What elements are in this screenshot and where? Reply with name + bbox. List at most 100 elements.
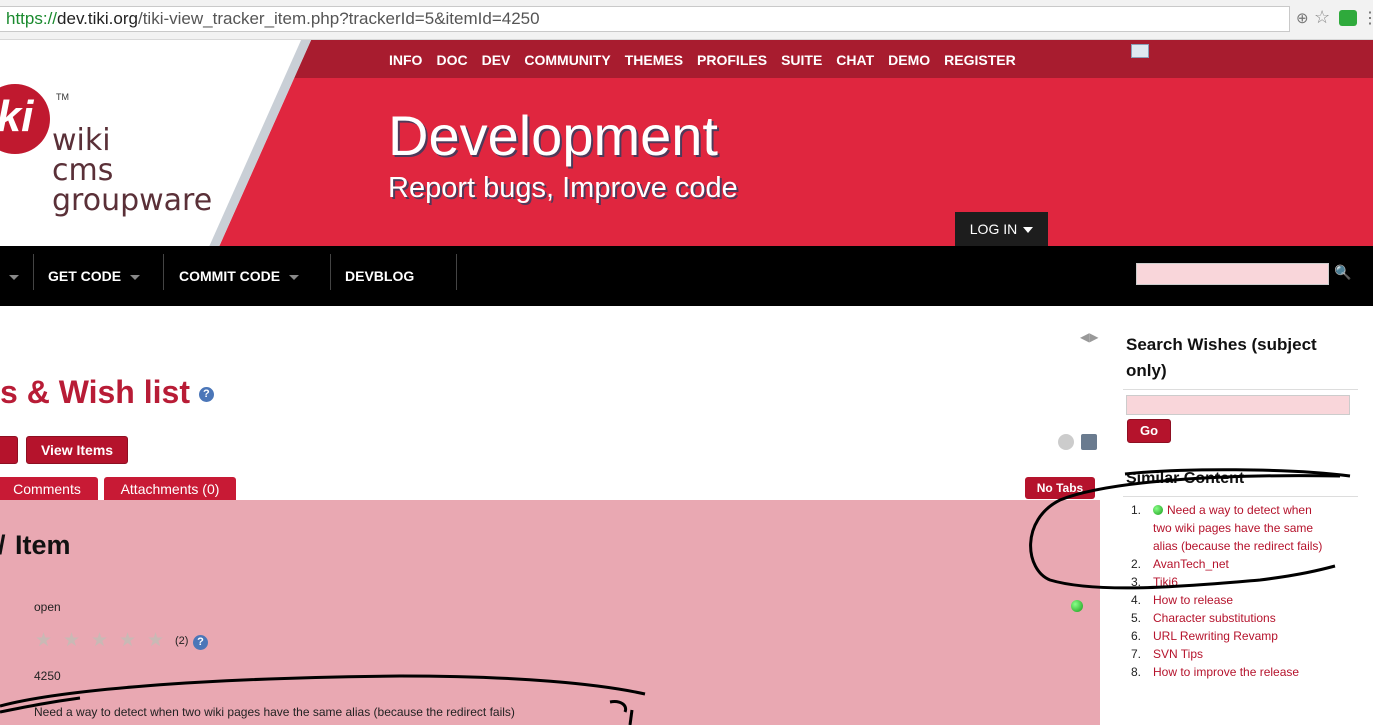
site-header: ki TM wiki cms groupware INFO DOC DEV CO…: [0, 40, 1373, 246]
similar-item-link[interactable]: How to release: [1153, 591, 1233, 609]
nav-separator: [456, 254, 457, 290]
star-icon[interactable]: ★: [63, 631, 80, 651]
rating-count: (2): [175, 635, 189, 647]
top-nav-register[interactable]: REGISTER: [937, 40, 1023, 78]
top-nav-community[interactable]: COMMUNITY: [517, 40, 617, 78]
similar-item-number: 8.: [1131, 665, 1142, 679]
item-heading-bar: /: [0, 530, 6, 560]
star-icon[interactable]: ★: [147, 631, 164, 651]
top-nav-chat[interactable]: CHAT: [829, 40, 881, 78]
similar-item-number: 5.: [1131, 611, 1142, 625]
help-icon[interactable]: ?: [198, 387, 214, 403]
item-heading: / Item: [0, 530, 71, 561]
similar-content-list: 1. Need a way to detect when two wiki pag…: [1131, 501, 1331, 681]
nav-get-code[interactable]: GET CODE: [48, 246, 141, 306]
url-protocol: https://: [6, 9, 58, 28]
nav-devblog[interactable]: DEVBLOG: [345, 246, 414, 306]
similar-item[interactable]: 4. How to release: [1131, 591, 1331, 609]
similar-item[interactable]: 2. AvanTech_net: [1131, 555, 1331, 573]
bookmark-star-icon[interactable]: ☆: [1314, 7, 1330, 28]
nav-separator: [330, 254, 331, 290]
site-subtitle: Report bugs, Improve code: [388, 172, 738, 204]
sidebar-search-title: Search Wishes (subject only): [1126, 335, 1317, 380]
print-icon[interactable]: [1081, 434, 1098, 450]
top-nav-themes[interactable]: THEMES: [618, 40, 690, 78]
divider: [1123, 496, 1358, 497]
nav-dropdown-partial[interactable]: [0, 246, 20, 306]
url-path: /tiki-view_tracker_item.php?trackerId=5&…: [137, 9, 540, 28]
top-nav-demo[interactable]: DEMO: [881, 40, 937, 78]
similar-item[interactable]: 3. Tiki6: [1131, 573, 1331, 591]
help-icon[interactable]: ?: [193, 635, 208, 650]
site-logo[interactable]: ki TM wiki cms groupware: [0, 40, 330, 246]
similar-item-number: 4.: [1131, 593, 1142, 607]
similar-item[interactable]: 8. How to improve the release: [1131, 663, 1331, 681]
similar-item-link[interactable]: Character substitutions: [1153, 609, 1276, 627]
nav-commit-code[interactable]: COMMIT CODE: [179, 246, 300, 306]
view-items-button[interactable]: View Items: [26, 436, 128, 464]
site-title: Development: [388, 104, 718, 167]
chevron-down-icon: [130, 274, 141, 280]
login-button[interactable]: LOG IN: [955, 212, 1048, 246]
similar-item-number: 1.: [1131, 503, 1142, 517]
status-value: open: [34, 600, 61, 614]
similar-item-number: 6.: [1131, 629, 1142, 643]
export-icon[interactable]: [1058, 434, 1074, 450]
chevron-down-icon: [289, 274, 300, 280]
similar-content-title: Similar Content: [1126, 470, 1245, 487]
similar-item-number: 2.: [1131, 557, 1142, 571]
similar-item-link[interactable]: How to improve the release: [1153, 663, 1299, 681]
item-heading-text: Item: [15, 530, 71, 560]
similar-item[interactable]: 7. SVN Tips: [1131, 645, 1331, 663]
page-title: s & Wish list ?: [0, 374, 214, 411]
top-nav-dev[interactable]: DEV: [475, 40, 518, 78]
logo-mark: ki: [0, 84, 50, 154]
similar-item[interactable]: 5. Character substitutions: [1131, 609, 1331, 627]
top-nav-suite[interactable]: SUITE: [774, 40, 829, 78]
wish-search-input[interactable]: [1126, 395, 1350, 415]
similar-item[interactable]: 1. Need a way to detect when two wiki pag…: [1131, 501, 1331, 555]
chevron-down-icon: [9, 274, 19, 280]
browser-toolbar: https://dev.tiki.org/tiki-view_tracker_i…: [0, 0, 1373, 40]
logo-trademark: TM: [56, 92, 69, 102]
similar-item-link[interactable]: SVN Tips: [1153, 645, 1203, 663]
no-tabs-button[interactable]: No Tabs: [1025, 477, 1095, 499]
status-icon: [1071, 600, 1083, 612]
nav-separator: [33, 254, 34, 290]
url-host: dev.tiki.org: [57, 9, 138, 28]
browser-menu-icon[interactable]: ⋮: [1362, 8, 1373, 28]
star-icon[interactable]: ★: [119, 631, 136, 651]
nav-commit-code-label: COMMIT CODE: [179, 268, 281, 284]
top-nav-profiles[interactable]: PROFILES: [690, 40, 774, 78]
similar-item-link[interactable]: Need a way to detect when two wiki pages…: [1153, 501, 1331, 555]
chevron-down-icon: [1023, 227, 1034, 234]
export-icons: [1058, 434, 1100, 455]
similar-item-number: 7.: [1131, 647, 1142, 661]
similar-item-link[interactable]: AvanTech_net: [1153, 555, 1229, 573]
image-icon[interactable]: [1131, 44, 1149, 58]
go-button[interactable]: Go: [1127, 419, 1171, 443]
extension-icon[interactable]: [1339, 10, 1357, 26]
similar-item-link[interactable]: URL Rewriting Revamp: [1153, 627, 1278, 645]
similar-item-link[interactable]: Tiki6: [1153, 573, 1178, 591]
star-icon[interactable]: ★: [91, 631, 108, 651]
tab-comments[interactable]: Comments: [0, 477, 98, 501]
zoom-icon[interactable]: ⊕: [1296, 9, 1309, 27]
main-nav: GET CODE COMMIT CODE DEVBLOG 🔍: [0, 246, 1373, 306]
top-nav-info[interactable]: INFO: [382, 40, 429, 78]
similar-item[interactable]: 6. URL Rewriting Revamp: [1131, 627, 1331, 645]
toggle-columns-icon[interactable]: ◀▶: [1080, 330, 1098, 344]
page-title-text: s & Wish list: [0, 374, 190, 410]
logo-line-groupware: groupware: [52, 183, 213, 218]
address-bar[interactable]: https://dev.tiki.org/tiki-view_tracker_i…: [0, 6, 1290, 32]
item-id: 4250: [34, 669, 61, 683]
top-nav-doc[interactable]: DOC: [429, 40, 474, 78]
partial-button[interactable]: [0, 436, 18, 464]
site-search-input[interactable]: [1136, 263, 1329, 285]
star-icon[interactable]: ★: [35, 631, 52, 651]
logo-line-wiki: wiki: [52, 123, 111, 158]
tab-attachments[interactable]: Attachments (0): [104, 477, 236, 501]
top-nav: INFO DOC DEV COMMUNITY THEMES PROFILES S…: [382, 40, 1023, 78]
similar-item-number: 3.: [1131, 575, 1142, 589]
search-icon[interactable]: 🔍: [1334, 264, 1351, 280]
